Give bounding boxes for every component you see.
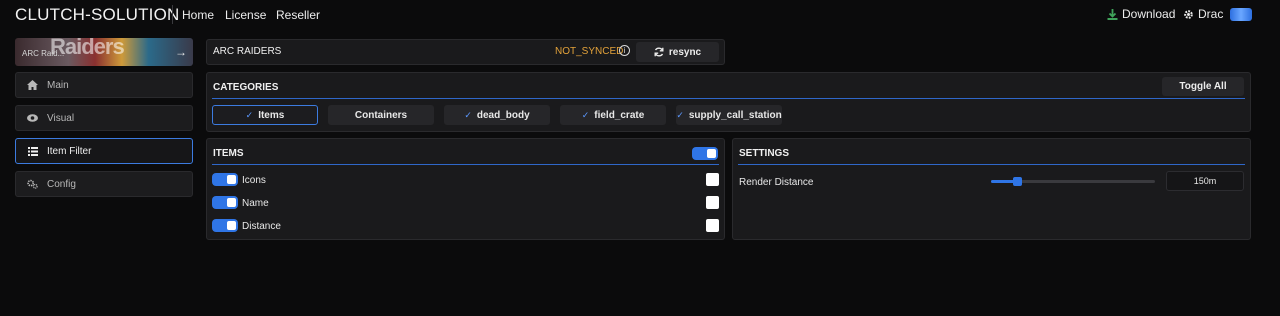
name-checkbox[interactable] xyxy=(706,196,719,209)
resync-button[interactable]: resync xyxy=(636,42,719,62)
categories-title: CATEGORIES xyxy=(213,82,279,93)
items-title: ITEMS xyxy=(213,148,244,159)
sidebar-item-config[interactable]: Config xyxy=(15,171,193,197)
category-chip-label: Items xyxy=(258,109,285,121)
items-panel xyxy=(206,138,725,240)
banner-label: ARC Raid... xyxy=(22,49,65,58)
distance-toggle[interactable] xyxy=(212,219,238,232)
toggle-all-button[interactable]: Toggle All xyxy=(1162,77,1244,96)
sidebar-item-visual[interactable]: Visual xyxy=(15,105,193,131)
download-link[interactable]: Download xyxy=(1107,7,1175,21)
slider-handle[interactable] xyxy=(1013,177,1022,186)
category-chip-field-crate[interactable]: ✓ field_crate xyxy=(560,105,666,125)
info-icon[interactable]: i xyxy=(619,45,630,56)
game-title: ARC RAIDERS xyxy=(213,46,282,57)
items-master-toggle[interactable] xyxy=(692,147,718,160)
eye-icon xyxy=(27,113,38,124)
sidebar-item-label: Config xyxy=(47,178,76,190)
nav-link-license[interactable]: License xyxy=(225,8,266,22)
category-chip-label: supply_call_station xyxy=(688,109,782,121)
sidebar-item-item-filter[interactable]: Item Filter xyxy=(15,138,193,164)
category-chip-items[interactable]: ✓ Items xyxy=(212,105,318,125)
settings-title: SETTINGS xyxy=(739,148,790,159)
category-chip-label: Containers xyxy=(354,109,408,121)
check-icon: ✓ xyxy=(676,109,684,120)
category-chip-containers[interactable]: Containers xyxy=(328,105,434,125)
render-distance-value[interactable]: 150m xyxy=(1166,171,1244,191)
top-navbar: CLUTCH-SOLUTION Home License Reseller Do… xyxy=(0,0,1280,29)
nav-link-reseller[interactable]: Reseller xyxy=(276,8,320,22)
icons-label: Icons xyxy=(242,175,266,186)
list-icon xyxy=(27,146,38,157)
category-chip-dead-body[interactable]: ✓ dead_body xyxy=(444,105,550,125)
arrow-right-icon[interactable]: → xyxy=(175,45,187,59)
sidebar-item-label: Visual xyxy=(47,112,75,124)
sidebar-item-main[interactable]: Main xyxy=(15,72,193,98)
user-name: Drac xyxy=(1198,7,1224,21)
gear-icon xyxy=(1183,9,1194,20)
nav-link-home[interactable]: Home xyxy=(182,8,214,22)
sidebar-item-label: Main xyxy=(47,79,69,91)
resync-label: resync xyxy=(668,46,702,58)
download-label: Download xyxy=(1122,7,1176,21)
brand-divider xyxy=(172,5,173,24)
settings-divider xyxy=(738,164,1245,165)
avatar[interactable] xyxy=(1230,8,1252,21)
category-chip-label: dead_body xyxy=(476,109,530,121)
download-icon xyxy=(1107,8,1118,20)
check-icon: ✓ xyxy=(245,109,254,120)
name-toggle[interactable] xyxy=(212,196,238,209)
sync-status: NOT_SYNCED xyxy=(555,46,624,57)
gears-icon xyxy=(27,179,38,190)
check-icon: ✓ xyxy=(581,109,590,120)
icons-toggle[interactable] xyxy=(212,173,238,186)
render-distance-slider[interactable] xyxy=(991,177,1155,186)
category-chip-supply-call-station[interactable]: ✓ supply_call_station xyxy=(676,105,782,125)
icons-checkbox[interactable] xyxy=(706,173,719,186)
categories-divider xyxy=(212,98,1245,99)
items-divider xyxy=(212,164,719,165)
brand-logo[interactable]: CLUTCH-SOLUTION xyxy=(15,5,180,25)
distance-checkbox[interactable] xyxy=(706,219,719,232)
category-chip-label: field_crate xyxy=(594,109,645,121)
render-distance-label: Render Distance xyxy=(739,177,814,188)
check-icon: ✓ xyxy=(464,109,472,120)
game-banner[interactable]: Raiders ARC Raid... → xyxy=(15,38,193,66)
user-menu[interactable]: Drac xyxy=(1183,7,1223,21)
name-label: Name xyxy=(242,198,269,209)
sidebar-item-label: Item Filter xyxy=(47,145,92,157)
refresh-icon xyxy=(654,47,665,58)
home-icon xyxy=(27,80,38,91)
distance-label: Distance xyxy=(242,221,281,232)
